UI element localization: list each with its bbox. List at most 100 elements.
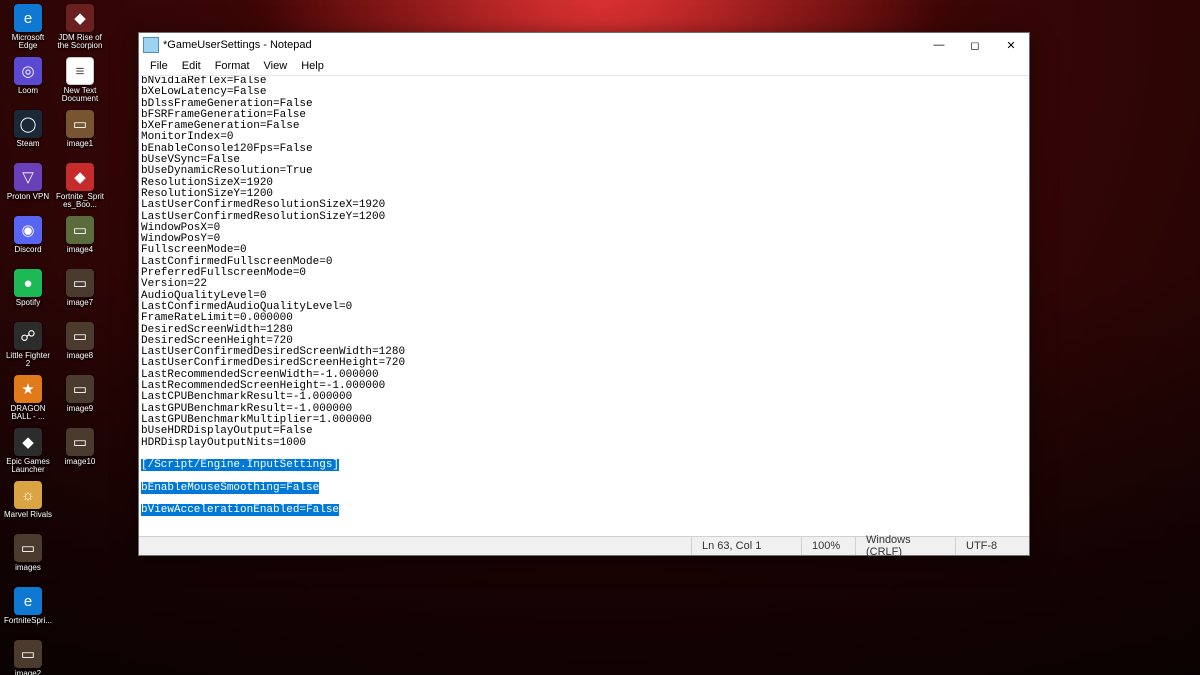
desktop-icon-label: Little Fighter 2 [3, 352, 53, 368]
app-icon: ☍ [14, 322, 42, 350]
app-icon: ▭ [66, 110, 94, 138]
desktop-icon-label: Microsoft Edge [3, 34, 53, 50]
menu-format[interactable]: Format [208, 59, 257, 73]
desktop-icon-label: DRAGON BALL - ... [3, 405, 53, 421]
app-icon: ◆ [66, 4, 94, 32]
text-line: bNvidiaReflex=False [141, 76, 1027, 87]
desktop-icon[interactable]: ◆ Epic Games Launcher [2, 426, 54, 479]
status-pos: Ln 63, Col 1 [691, 537, 801, 555]
text-line: Version=22 [141, 279, 1027, 290]
selected-line-3: bViewAccelerationEnabled=False [141, 504, 339, 516]
desktop-icon-label: New Text Document [55, 87, 105, 103]
desktop-icon[interactable]: eFortniteSpri... [2, 585, 54, 638]
desktop-icon[interactable]: ▭ image4 [54, 214, 106, 267]
app-icon: ▭ [66, 428, 94, 456]
status-zoom: 100% [801, 537, 855, 555]
desktop-icon[interactable]: ▭image9 [54, 373, 106, 426]
text-line: LastCPUBenchmarkResult=-1.000000 [141, 392, 1027, 403]
desktop-icon-label: image7 [67, 299, 93, 307]
desktop-icon[interactable]: ★ DRAGON BALL - ... [2, 373, 54, 426]
desktop-icon[interactable]: ▭ image8 [54, 320, 106, 373]
menu-file[interactable]: File [143, 59, 175, 73]
desktop-icon[interactable]: ◎ Loom [2, 55, 54, 108]
desktop-icon[interactable]: ≡ New Text Document [54, 55, 106, 108]
statusbar: Ln 63, Col 1 100% Windows (CRLF) UTF-8 [139, 536, 1029, 555]
app-icon: ▭ [66, 216, 94, 244]
desktop-icon-label: Proton VPN [7, 193, 49, 201]
text-line: FrameRateLimit=0.000000 [141, 313, 1027, 324]
desktop-icon-label: images [15, 564, 41, 572]
desktop-icon[interactable]: ▭image1 [54, 108, 106, 161]
text-area[interactable]: bNvidiaReflex=FalsebXeLowLatency=FalsebD… [139, 76, 1029, 519]
desktop-icon[interactable]: ◆ Fortnite_Sprites_Boo... [54, 161, 106, 214]
desktop-icon[interactable]: ☍ Little Fighter 2 [2, 320, 54, 373]
app-icon: ◎ [14, 57, 42, 85]
text-line: LastUserConfirmedResolutionSizeY=1200 [141, 212, 1027, 223]
text-line: WindowPosX=0 [141, 223, 1027, 234]
app-icon: ★ [14, 375, 42, 403]
selected-line-1: [/Script/Engine.InputSettings] [141, 459, 339, 471]
desktop-icon[interactable]: ▭ image10 [54, 426, 106, 479]
status-enc: UTF-8 [955, 537, 1029, 555]
menu-view[interactable]: View [257, 59, 295, 73]
window-title: *GameUserSettings - Notepad [163, 39, 921, 51]
app-icon: ▭ [14, 534, 42, 562]
text-area-scroll[interactable]: bNvidiaReflex=FalsebXeLowLatency=FalsebD… [139, 76, 1029, 536]
text-line: ResolutionSizeX=1920 [141, 178, 1027, 189]
app-icon: ◯ [14, 110, 42, 138]
app-icon: ◉ [14, 216, 42, 244]
close-button[interactable]: ✕ [993, 33, 1029, 57]
desktop-icon-label: FortniteSpri... [4, 617, 52, 625]
text-line: bUseDynamicResolution=True [141, 166, 1027, 177]
desktop-icon-label: Loom [18, 87, 38, 95]
desktop-icon-label: JDM Rise of the Scorpion [55, 34, 105, 50]
app-icon: ≡ [66, 57, 94, 85]
app-icon: ◆ [14, 428, 42, 456]
desktop-icon[interactable]: ◯Steam [2, 108, 54, 161]
notepad-window: *GameUserSettings - Notepad — ◻ ✕ File E… [138, 32, 1030, 556]
menubar: File Edit Format View Help [139, 57, 1029, 75]
minimize-button[interactable]: — [921, 33, 957, 57]
desktop-icon-label: image8 [67, 352, 93, 360]
text-line: bUseHDRDisplayOutput=False [141, 426, 1027, 437]
desktop-icon-label: Fortnite_Sprites_Boo... [55, 193, 105, 209]
selected-line-2: bEnableMouseSmoothing=False [141, 482, 319, 494]
app-icon: ▭ [66, 322, 94, 350]
app-icon: ● [14, 269, 42, 297]
desktop-icon-label: image2 [15, 670, 41, 675]
desktop-icon[interactable]: ▭ image2 [2, 638, 54, 675]
text-line: bXeFrameGeneration=False [141, 121, 1027, 132]
text-line: WindowPosY=0 [141, 234, 1027, 245]
app-icon: ▭ [66, 269, 94, 297]
app-icon: ▭ [66, 375, 94, 403]
desktop-icon[interactable]: ▭ image7 [54, 267, 106, 320]
desktop-icon[interactable]: ◉ Discord [2, 214, 54, 267]
desktop-icon-label: image10 [65, 458, 96, 466]
notepad-icon [143, 37, 159, 53]
status-eol: Windows (CRLF) [855, 537, 955, 555]
desktop-icon-label: Epic Games Launcher [3, 458, 53, 474]
desktop-icon[interactable]: e Microsoft Edge [2, 2, 54, 55]
app-icon: e [14, 4, 42, 32]
text-line: bXeLowLatency=False [141, 87, 1027, 98]
desktop-icon[interactable]: ◆ JDM Rise of the Scorpion [54, 2, 106, 55]
menu-help[interactable]: Help [294, 59, 331, 73]
desktop-icon[interactable]: ▽ Proton VPN [2, 161, 54, 214]
desktop-icon-label: Discord [14, 246, 41, 254]
app-icon: ◆ [66, 163, 94, 191]
desktop-icon[interactable]: ☼ Marvel Rivals [2, 479, 54, 532]
desktop-icon-label: Marvel Rivals [4, 511, 52, 519]
app-icon: ☼ [14, 481, 42, 509]
desktop-icon[interactable]: ●Spotify [2, 267, 54, 320]
text-line: LastUserConfirmedResolutionSizeX=1920 [141, 200, 1027, 211]
text-line: HDRDisplayOutputNits=1000 [141, 438, 1027, 449]
text-line: bEnableConsole120Fps=False [141, 144, 1027, 155]
app-icon: ▭ [14, 640, 42, 668]
desktop-icon[interactable]: ▭ images [2, 532, 54, 585]
titlebar[interactable]: *GameUserSettings - Notepad — ◻ ✕ [139, 33, 1029, 57]
desktop-icon-label: image4 [67, 246, 93, 254]
app-icon: ▽ [14, 163, 42, 191]
menu-edit[interactable]: Edit [175, 59, 208, 73]
maximize-button[interactable]: ◻ [957, 33, 993, 57]
desktop: e Microsoft Edge ◎ Loom ◯Steam▽ Proton VPN ◉ Di… [2, 2, 106, 672]
